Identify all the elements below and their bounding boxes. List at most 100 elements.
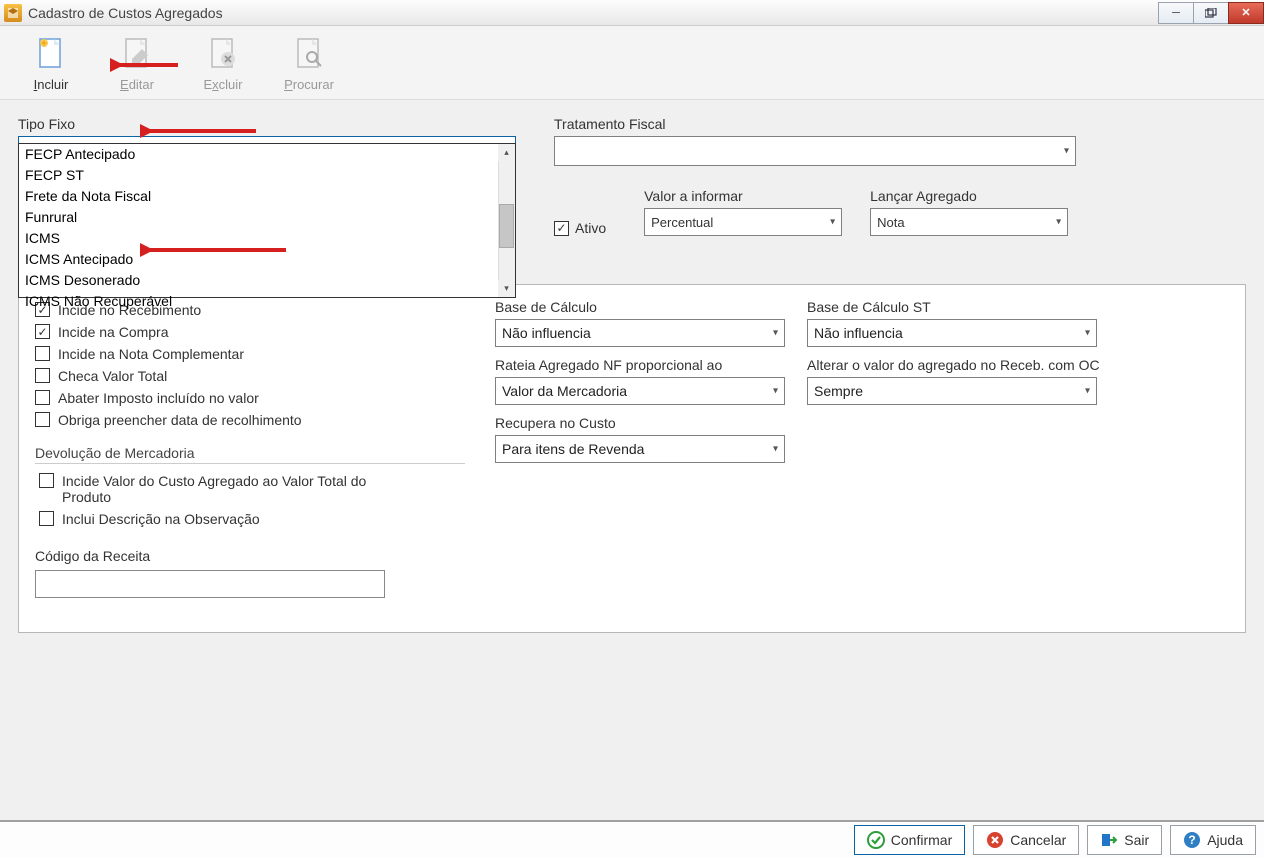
base-calculo-st-value: Não influencia [814, 325, 903, 341]
tipo-fixo-option[interactable]: ICMS Não Recuperável [19, 291, 515, 312]
tipo-fixo-option[interactable]: FECP ST [19, 165, 515, 186]
tipo-fixo-option[interactable]: ICMS Desonerado [19, 270, 515, 291]
footer-bar: Confirmar Cancelar Sair ? Ajuda [0, 820, 1264, 858]
tipo-fixo-option[interactable]: FECP Antecipado [19, 144, 515, 165]
ativo-label: Ativo [575, 220, 606, 236]
incluir-label: Incluir [34, 77, 69, 92]
chevron-down-icon: ▾ [773, 444, 778, 455]
window-controls: ─ ✕ [1159, 2, 1264, 24]
tratamento-fiscal-label: Tratamento Fiscal [554, 116, 1076, 132]
abater-imposto-label: Abater Imposto incluído no valor [58, 390, 259, 406]
valor-informar-value: Percentual [651, 215, 713, 230]
incide-compra-label: Incide na Compra [58, 324, 169, 340]
left-column: Incide no Recebimento Incide na Compra I… [35, 299, 465, 598]
codigo-receita-input[interactable] [35, 570, 385, 598]
delete-document-icon [207, 33, 239, 73]
lancar-agregado-combobox[interactable]: Nota ▾ [870, 208, 1068, 236]
maximize-button[interactable] [1193, 2, 1229, 24]
title-bar: Cadastro de Custos Agregados ─ ✕ [0, 0, 1264, 26]
codigo-receita-label: Código da Receita [35, 548, 150, 564]
incide-valor-custo-label: Incide Valor do Custo Agregado ao Valor … [62, 473, 402, 505]
cancelar-button[interactable]: Cancelar [973, 825, 1079, 855]
procurar-label: Procurar [284, 77, 334, 92]
close-button[interactable]: ✕ [1228, 2, 1264, 24]
toolbar: Incluir Editar Excluir Procurar [0, 26, 1264, 100]
alterar-combobox[interactable]: Sempre ▾ [807, 377, 1097, 405]
checa-valor-total-label: Checa Valor Total [58, 368, 167, 384]
tab-strip: Co Incide no Recebimento Incide na Compr… [18, 262, 1246, 633]
base-calculo-label: Base de Cálculo [495, 299, 785, 315]
cancelar-label: Cancelar [1010, 832, 1066, 848]
tipo-fixo-option[interactable]: ICMS Antecipado [19, 249, 515, 270]
lancar-agregado-label: Lançar Agregado [870, 188, 1068, 204]
chevron-down-icon: ▾ [1064, 146, 1069, 157]
check-circle-icon [867, 831, 885, 849]
obriga-preencher-label: Obriga preencher data de recolhimento [58, 412, 302, 428]
scroll-down-button[interactable]: ▾ [498, 280, 515, 297]
ajuda-label: Ajuda [1207, 832, 1243, 848]
search-document-icon [293, 33, 325, 73]
incide-nota-compl-label: Incide na Nota Complementar [58, 346, 244, 362]
lancar-agregado-value: Nota [877, 215, 904, 230]
recupera-combobox[interactable]: Para itens de Revenda ▾ [495, 435, 785, 463]
chevron-down-icon: ▾ [1056, 217, 1061, 228]
confirmar-label: Confirmar [891, 832, 952, 848]
recupera-label: Recupera no Custo [495, 415, 785, 431]
editar-button: Editar [94, 28, 180, 97]
incide-valor-custo-checkbox[interactable] [39, 473, 54, 488]
scrollbar-thumb[interactable] [499, 204, 514, 248]
chevron-down-icon: ▾ [1085, 328, 1090, 339]
sair-button[interactable]: Sair [1087, 825, 1162, 855]
base-calculo-st-combobox[interactable]: Não influencia ▾ [807, 319, 1097, 347]
devolucao-group-label: Devolução de Mercadoria [35, 441, 465, 461]
alterar-value: Sempre [814, 383, 863, 399]
sair-label: Sair [1124, 832, 1149, 848]
chevron-down-icon: ▾ [830, 217, 835, 228]
editar-label: Editar [120, 77, 154, 92]
tipo-fixo-option[interactable]: ICMS [19, 228, 515, 249]
checa-valor-total-checkbox[interactable] [35, 368, 50, 383]
incide-nota-compl-checkbox[interactable] [35, 346, 50, 361]
tipo-fixo-dropdown[interactable]: ▴ ▾ FECP AntecipadoFECP STFrete da Nota … [18, 143, 516, 298]
incluir-button[interactable]: Incluir [8, 28, 94, 97]
tratamento-fiscal-combobox[interactable]: ▾ [554, 136, 1076, 166]
rateia-label: Rateia Agregado NF proporcional ao [495, 357, 785, 373]
confirmar-button[interactable]: Confirmar [854, 825, 965, 855]
excluir-label: Excluir [203, 77, 242, 92]
exit-icon [1100, 831, 1118, 849]
tipo-fixo-option[interactable]: Frete da Nota Fiscal [19, 186, 515, 207]
chevron-down-icon: ▾ [773, 386, 778, 397]
ativo-checkbox[interactable] [554, 221, 569, 236]
obriga-preencher-checkbox[interactable] [35, 412, 50, 427]
tipo-fixo-label: Tipo Fixo [18, 116, 516, 132]
app-icon [4, 4, 22, 22]
chevron-down-icon: ▾ [773, 328, 778, 339]
base-calculo-combobox[interactable]: Não influencia ▾ [495, 319, 785, 347]
edit-document-icon [121, 33, 153, 73]
form-area: Tipo Fixo ▾ ▴ ▾ FECP AntecipadoFECP STFr… [0, 100, 1264, 639]
tipo-fixo-option[interactable]: Funrural [19, 207, 515, 228]
scroll-up-button[interactable]: ▴ [498, 144, 515, 161]
incide-compra-checkbox[interactable] [35, 324, 50, 339]
new-document-icon [35, 33, 67, 73]
valor-informar-combobox[interactable]: Percentual ▾ [644, 208, 842, 236]
rateia-value: Valor da Mercadoria [502, 383, 627, 399]
minimize-button[interactable]: ─ [1158, 2, 1194, 24]
rateia-combobox[interactable]: Valor da Mercadoria ▾ [495, 377, 785, 405]
excluir-button: Excluir [180, 28, 266, 97]
window-title: Cadastro de Custos Agregados [28, 5, 1159, 21]
alterar-label: Alterar o valor do agregado no Receb. co… [807, 357, 1229, 373]
right-column: Base de Cálculo Não influencia ▾ Base de… [495, 299, 1229, 598]
tab-panel: Incide no Recebimento Incide na Compra I… [18, 284, 1246, 633]
inclui-desc-obs-checkbox[interactable] [39, 511, 54, 526]
recupera-value: Para itens de Revenda [502, 441, 644, 457]
svg-text:?: ? [1189, 833, 1196, 847]
ajuda-button[interactable]: ? Ajuda [1170, 825, 1256, 855]
procurar-button: Procurar [266, 28, 352, 97]
devolucao-group: Incide Valor do Custo Agregado ao Valor … [35, 463, 465, 530]
base-calculo-st-label: Base de Cálculo ST [807, 299, 1229, 315]
inclui-desc-obs-label: Inclui Descrição na Observação [62, 511, 260, 527]
valor-informar-label: Valor a informar [644, 188, 842, 204]
chevron-down-icon: ▾ [1085, 386, 1090, 397]
abater-imposto-checkbox[interactable] [35, 390, 50, 405]
